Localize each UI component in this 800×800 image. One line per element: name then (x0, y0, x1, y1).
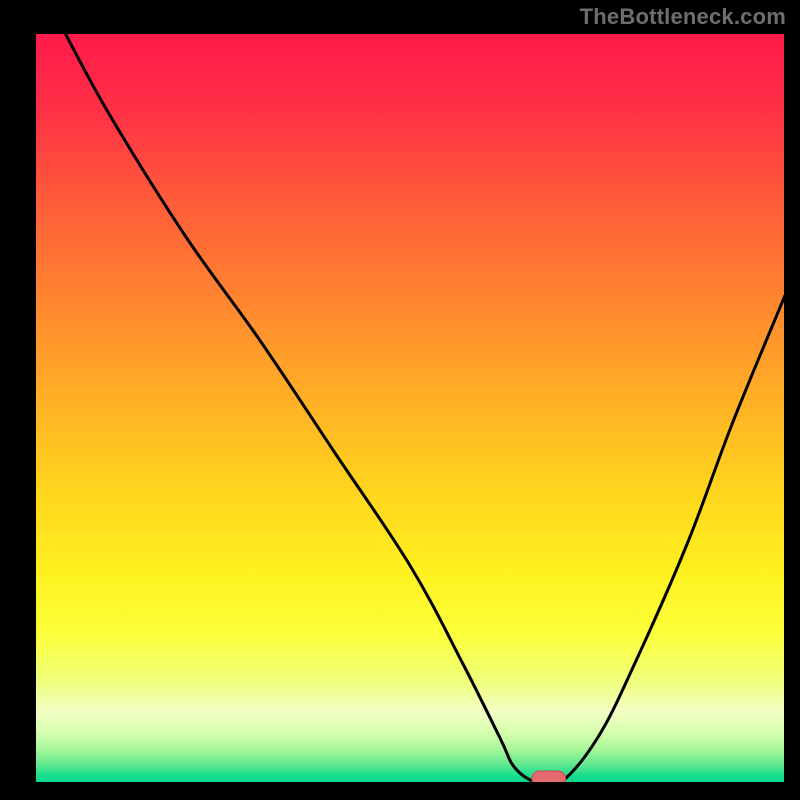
plot-background (35, 33, 785, 783)
chart-svg (0, 0, 800, 800)
stage: TheBottleneck.com (0, 0, 800, 800)
